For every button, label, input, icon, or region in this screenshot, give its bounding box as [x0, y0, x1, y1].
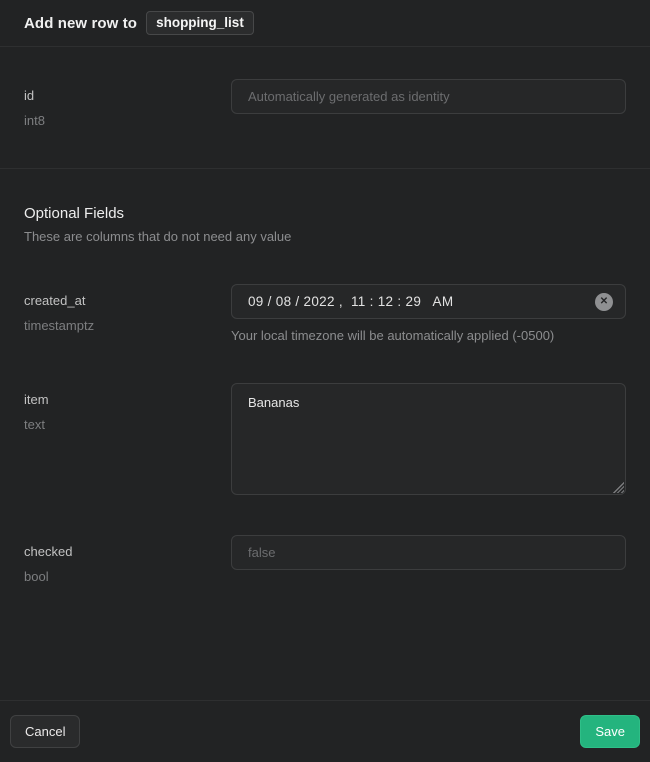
field-control-checked: [231, 535, 626, 570]
optional-fields-description: These are columns that do not need any v…: [24, 229, 626, 244]
field-type-created-at: timestamptz: [24, 318, 231, 333]
id-input[interactable]: [231, 79, 626, 114]
panel-footer: Cancel Save: [0, 700, 650, 762]
circle-x-clear-icon[interactable]: ✕: [595, 293, 613, 311]
created-at-helper-text: Your local timezone will be automaticall…: [231, 328, 626, 343]
required-fields-section: id int8: [0, 47, 650, 168]
field-type-id: int8: [24, 113, 231, 128]
field-labels-created-at: created_at timestamptz: [24, 284, 231, 333]
field-control-id: [231, 79, 626, 114]
created-at-datetime-input[interactable]: 09 / 08 / 2022 , 11 : 12 : 29 AM ✕: [231, 284, 626, 319]
field-row-checked: checked bool: [24, 535, 626, 584]
field-row-id: id int8: [24, 79, 626, 128]
item-textarea[interactable]: Bananas: [231, 383, 626, 495]
field-name-item: item: [24, 392, 231, 407]
field-control-created-at: 09 / 08 / 2022 , 11 : 12 : 29 AM ✕ Your …: [231, 284, 626, 343]
field-name-created-at: created_at: [24, 293, 231, 308]
field-name-id: id: [24, 88, 231, 103]
optional-fields-section: Optional Fields These are columns that d…: [0, 169, 650, 584]
cancel-button[interactable]: Cancel: [10, 715, 80, 749]
field-labels-item: item text: [24, 383, 231, 432]
field-labels-checked: checked bool: [24, 535, 231, 584]
panel-body: id int8 Optional Fields These are column…: [0, 47, 650, 700]
field-type-checked: bool: [24, 569, 231, 584]
field-type-item: text: [24, 417, 231, 432]
save-button[interactable]: Save: [580, 715, 640, 749]
field-row-item: item text Bananas: [24, 383, 626, 495]
field-control-item: Bananas: [231, 383, 626, 495]
optional-fields-title: Optional Fields: [24, 205, 626, 222]
field-name-checked: checked: [24, 544, 231, 559]
created-at-value[interactable]: 09 / 08 / 2022 , 11 : 12 : 29 AM: [248, 294, 453, 309]
table-name-badge: shopping_list: [146, 11, 254, 35]
panel-header: Add new row to shopping_list: [0, 0, 650, 47]
field-row-created-at: created_at timestamptz 09 / 08 / 2022 , …: [24, 284, 626, 343]
field-labels-id: id int8: [24, 79, 231, 128]
checked-input[interactable]: [231, 535, 626, 570]
panel-title: Add new row to: [24, 15, 137, 32]
